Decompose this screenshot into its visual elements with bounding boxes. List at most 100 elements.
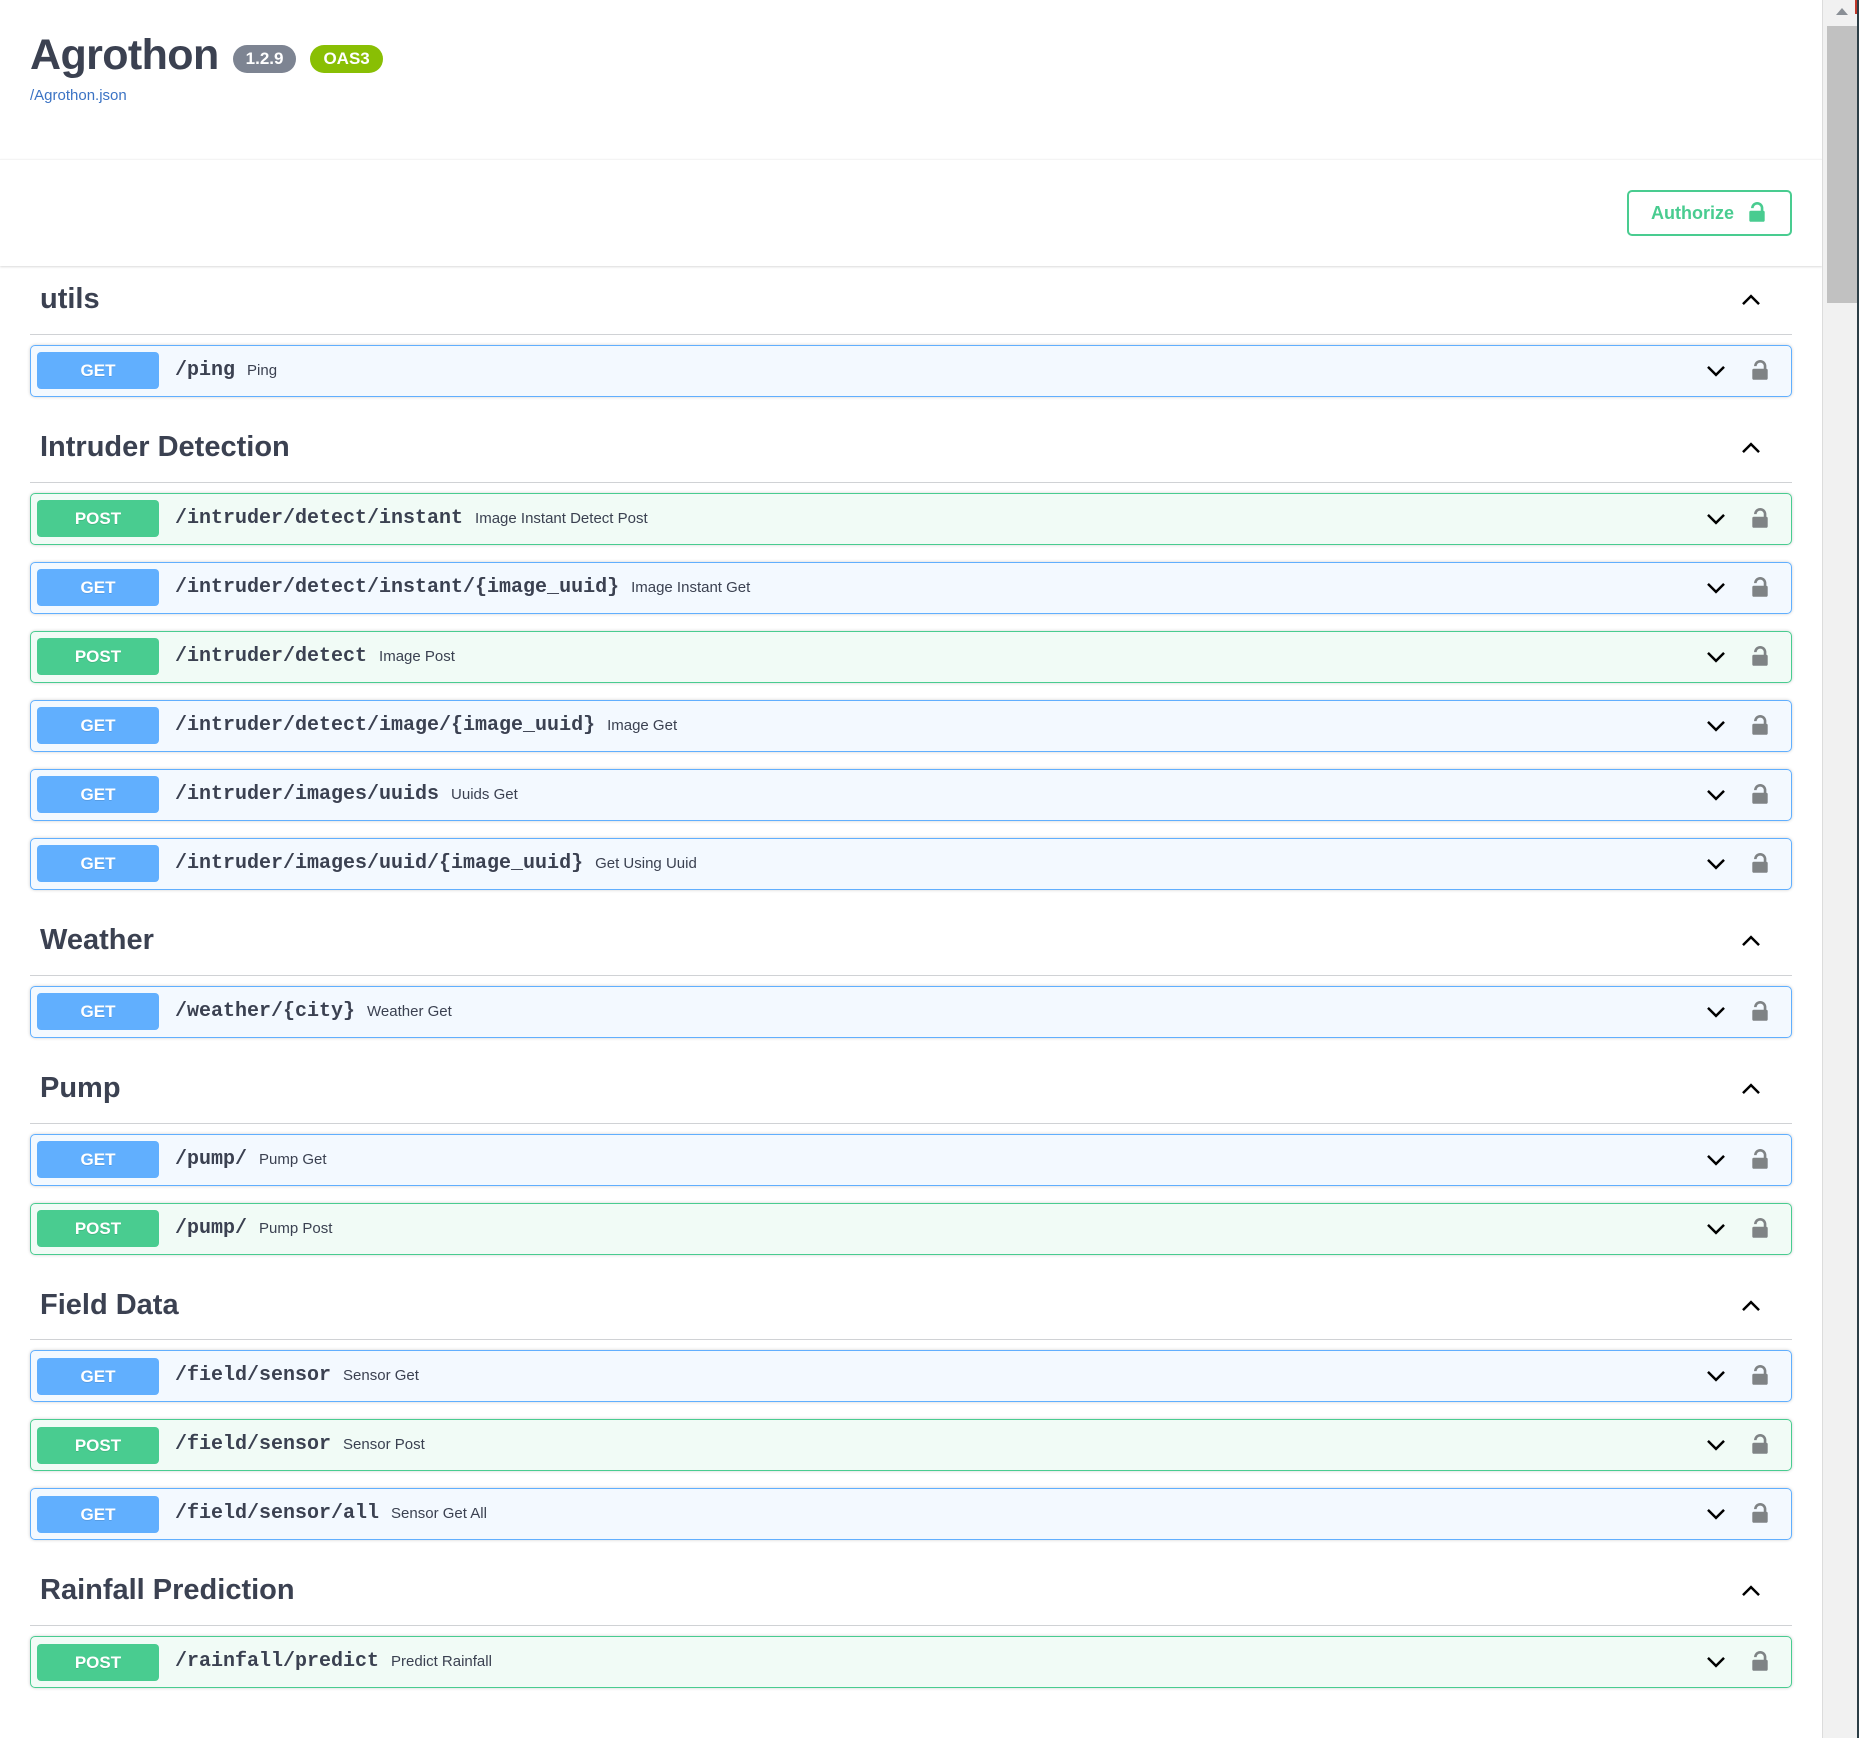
chevron-down-icon[interactable]: [1703, 713, 1729, 739]
operation-row[interactable]: GET/intruder/detect/image/{image_uuid} Im…: [30, 699, 1792, 752]
operation-summary: Predict Rainfall: [391, 1653, 492, 1671]
operation-path: /pump/: [175, 1147, 248, 1171]
tag-header-field-data[interactable]: Field Data: [30, 1272, 1792, 1341]
authorize-button[interactable]: Authorize: [1627, 190, 1792, 236]
operation-row[interactable]: POST/intruder/detect Image Post: [30, 630, 1792, 683]
operation-path: /intruder/images/uuids: [175, 782, 440, 806]
operation-row[interactable]: POST/pump/Pump Post: [30, 1202, 1792, 1255]
operation-row[interactable]: GET/field/sensor Sensor Get: [30, 1350, 1792, 1403]
operation-row[interactable]: POST/intruder/detect/instant Image Instan…: [30, 492, 1792, 545]
operation-tag-section: utils GET/ping Ping: [30, 266, 1792, 397]
chevron-up-icon[interactable]: [1736, 1576, 1766, 1606]
operations-wrapper: utils GET/ping Ping Intruder Detection POST /…: [0, 266, 1822, 1689]
operation-tag-section: Pump GET/pump/Pump Get POST/pump/Pump Post: [30, 1055, 1792, 1255]
operation-row[interactable]: GET/weather/{city} Weather Get: [30, 985, 1792, 1038]
chevron-up-icon[interactable]: [1736, 1074, 1766, 1104]
chevron-down-icon[interactable]: [1703, 358, 1729, 384]
scroll-up-arrow[interactable]: [1823, 0, 1859, 22]
operation-summary: Sensor Get: [343, 1367, 419, 1385]
operation-row[interactable]: POST/rainfall/predict Predict Rainfall: [30, 1636, 1792, 1689]
page-title: Agrothon: [30, 31, 219, 79]
tag-title: Pump: [40, 1071, 121, 1104]
tag-header-pump[interactable]: Pump: [30, 1055, 1792, 1124]
vertical-scrollbar[interactable]: [1822, 0, 1859, 1738]
http-method-badge: POST: [37, 1643, 159, 1681]
http-method-badge: POST: [37, 1210, 159, 1248]
operation-row[interactable]: GET/intruder/images/uuid/{image_uuid} Get…: [30, 837, 1792, 890]
chevron-up-icon[interactable]: [1736, 1291, 1766, 1321]
unlock-icon: [1746, 201, 1768, 225]
chevron-down-icon[interactable]: [1703, 506, 1729, 532]
chevron-down-icon[interactable]: [1703, 575, 1729, 601]
tag-title: Field Data: [40, 1288, 179, 1321]
operation-summary: Sensor Get All: [391, 1505, 487, 1523]
title-row: Agrothon 1.2.9 OAS3: [30, 34, 1792, 77]
tag-header-intruder-detection[interactable]: Intruder Detection: [30, 414, 1792, 483]
scheme-container: Authorize: [0, 159, 1822, 266]
chevron-up-icon[interactable]: [1736, 285, 1766, 315]
tag-header-utils[interactable]: utils: [30, 266, 1792, 335]
tag-title: Weather: [40, 923, 154, 956]
operation-summary: Image Get: [607, 716, 678, 734]
tag-header-rainfall-prediction[interactable]: Rainfall Prediction: [30, 1557, 1792, 1627]
unlock-icon[interactable]: [1749, 576, 1771, 600]
operation-tag-section: Rainfall Prediction POST/rainfall/predict…: [30, 1557, 1792, 1689]
http-method-badge: POST: [37, 638, 159, 676]
chevron-down-icon[interactable]: [1703, 1363, 1729, 1389]
chevron-down-icon[interactable]: [1703, 644, 1729, 670]
operation-tag-section: Intruder Detection POST/intruder/detect/i…: [30, 414, 1792, 890]
chevron-down-icon[interactable]: [1703, 782, 1729, 808]
tag-title: utils: [40, 283, 100, 315]
tag-title: Rainfall Prediction: [40, 1574, 295, 1607]
operation-row[interactable]: GET/ping Ping: [30, 344, 1792, 397]
chevron-down-icon[interactable]: [1703, 1432, 1729, 1458]
chevron-down-icon[interactable]: [1703, 1216, 1729, 1242]
unlock-icon[interactable]: [1749, 783, 1771, 807]
chevron-down-icon[interactable]: [1703, 851, 1729, 877]
http-method-badge: POST: [37, 500, 159, 538]
chevron-down-icon[interactable]: [1703, 1501, 1729, 1527]
tag-title: Intruder Detection: [40, 430, 290, 463]
unlock-icon[interactable]: [1749, 507, 1771, 531]
chevron-down-icon[interactable]: [1703, 999, 1729, 1025]
version-badge: 1.2.9: [232, 44, 297, 73]
operation-path: /intruder/detect/instant: [175, 506, 464, 530]
operation-path: /field/sensor/all: [175, 1502, 380, 1526]
unlock-icon[interactable]: [1749, 852, 1771, 876]
spec-url-link[interactable]: /Agrothon.json: [30, 87, 1792, 104]
http-method-badge: GET: [37, 707, 159, 745]
operation-path: /intruder/detect/image/{image_uuid}: [175, 713, 596, 737]
unlock-icon[interactable]: [1749, 1650, 1771, 1674]
unlock-icon[interactable]: [1749, 1433, 1771, 1457]
operation-row[interactable]: GET/field/sensor/all Sensor Get All: [30, 1488, 1792, 1541]
unlock-icon[interactable]: [1749, 1148, 1771, 1172]
http-method-badge: GET: [37, 569, 159, 607]
http-method-badge: GET: [37, 1495, 159, 1533]
unlock-icon[interactable]: [1749, 1217, 1771, 1241]
unlock-icon[interactable]: [1749, 1364, 1771, 1388]
operation-summary: Sensor Post: [343, 1436, 425, 1454]
chevron-down-icon[interactable]: [1703, 1649, 1729, 1675]
operation-summary: Ping: [247, 361, 278, 379]
scrollbar-thumb[interactable]: [1827, 26, 1857, 303]
operation-path: /field/sensor: [175, 1433, 332, 1457]
operation-path: /weather/{city}: [175, 999, 356, 1023]
chevron-down-icon[interactable]: [1703, 1147, 1729, 1173]
operation-row[interactable]: GET/intruder/detect/instant/{image_uuid}…: [30, 561, 1792, 614]
unlock-icon[interactable]: [1749, 714, 1771, 738]
http-method-badge: GET: [37, 845, 159, 883]
chevron-up-icon[interactable]: [1736, 433, 1766, 463]
unlock-icon[interactable]: [1749, 1000, 1771, 1024]
operation-row[interactable]: GET/pump/Pump Get: [30, 1133, 1792, 1186]
chevron-up-icon[interactable]: [1736, 926, 1766, 956]
operation-path: /intruder/detect/instant/{image_uuid}: [175, 575, 620, 599]
http-method-badge: GET: [37, 1141, 159, 1179]
tag-header-weather[interactable]: Weather: [30, 907, 1792, 976]
unlock-icon[interactable]: [1749, 359, 1771, 383]
operation-row[interactable]: GET/intruder/images/uuids Uuids Get: [30, 768, 1792, 821]
unlock-icon[interactable]: [1749, 1502, 1771, 1526]
operation-row[interactable]: POST/field/sensor Sensor Post: [30, 1419, 1792, 1472]
unlock-icon[interactable]: [1749, 645, 1771, 669]
http-method-badge: POST: [37, 1426, 159, 1464]
http-method-badge: GET: [37, 993, 159, 1031]
